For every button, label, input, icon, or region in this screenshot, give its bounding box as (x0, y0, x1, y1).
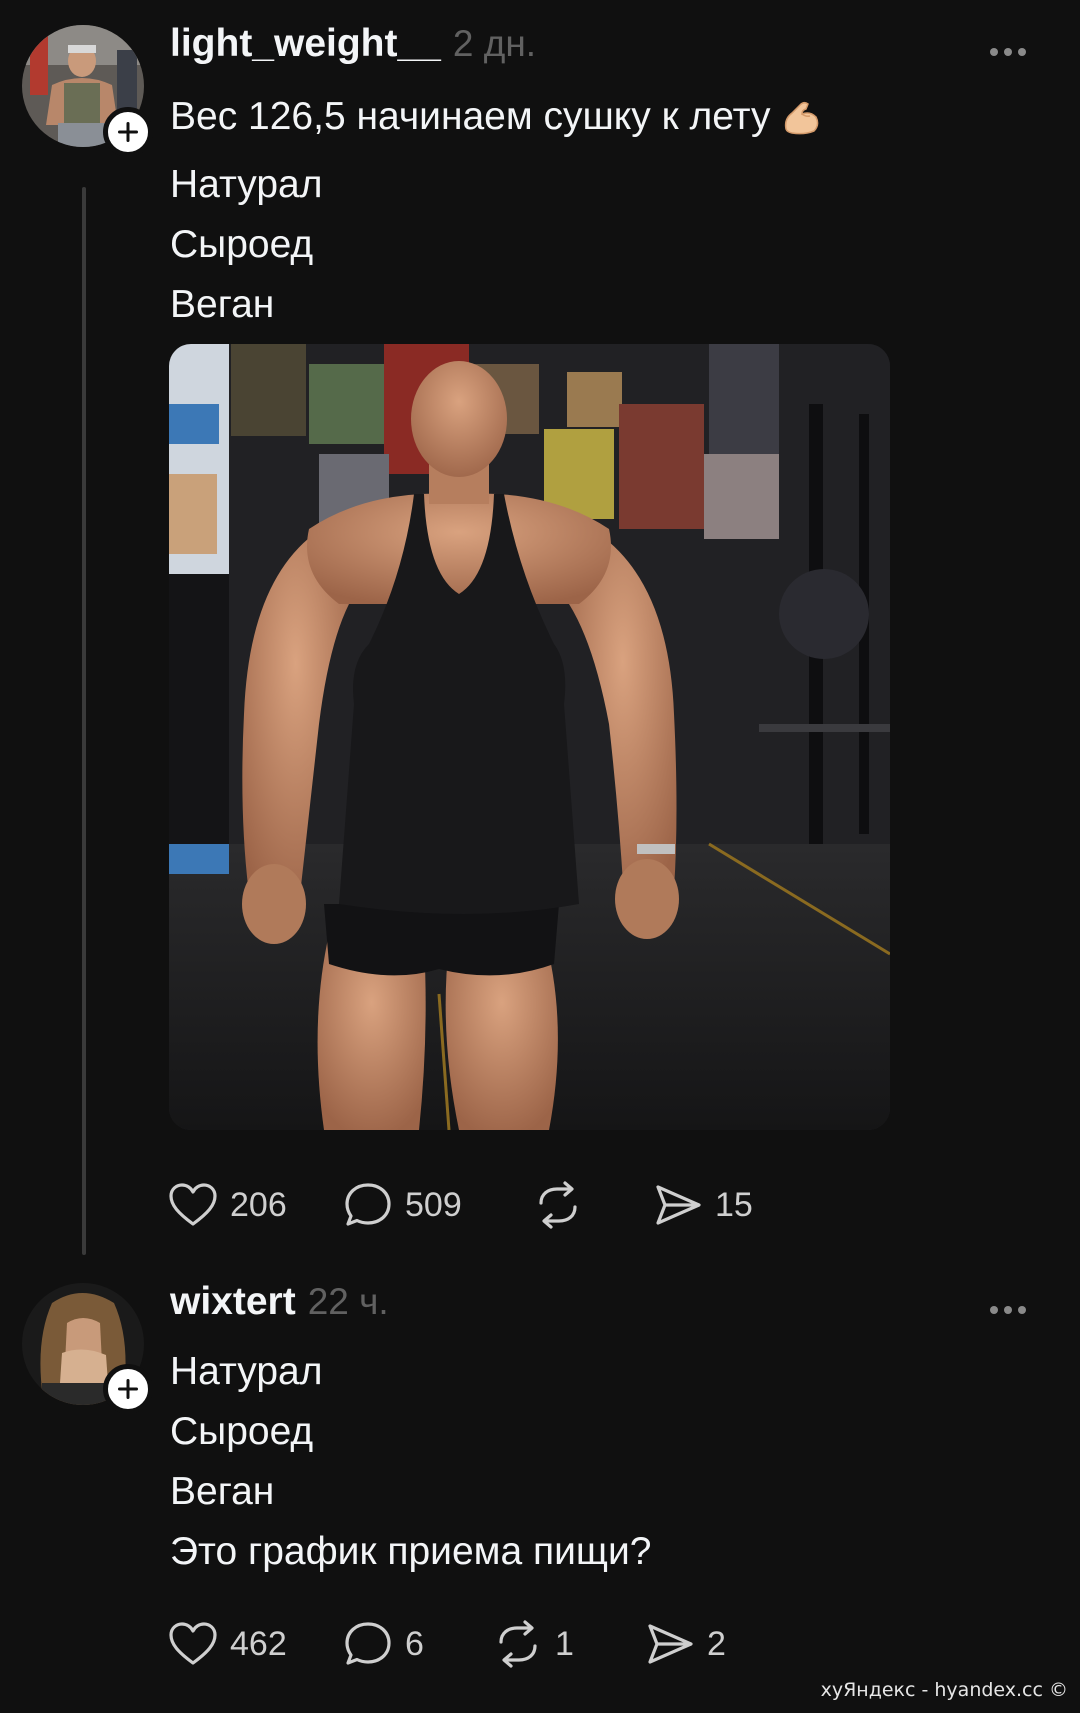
post-header: wixtert 22 ч. (170, 1280, 389, 1340)
comment-count: 509 (405, 1185, 462, 1224)
post-time: 2 дн. (452, 23, 537, 64)
share-count: 15 (715, 1185, 753, 1224)
post-text-line: Сыроед (170, 1410, 314, 1453)
speech-bubble-icon (345, 1622, 391, 1665)
post-text-line: Натурал (170, 163, 323, 206)
username[interactable]: light_weight__ (170, 22, 441, 66)
repost-button[interactable]: 1 (493, 1620, 645, 1668)
repost-count: 1 (555, 1624, 574, 1663)
speech-bubble-icon (345, 1183, 391, 1226)
post-photo[interactable] (169, 344, 890, 1130)
post-time: 22 ч. (307, 1281, 389, 1322)
watermark: хуЯндекс - hyandex.cc © (820, 1679, 1068, 1701)
post-text-line: Веган (170, 283, 275, 326)
comment-count: 6 (405, 1624, 424, 1663)
plus-icon (118, 122, 138, 142)
heart-icon (169, 1622, 217, 1665)
repost-button[interactable] (533, 1181, 653, 1229)
post-text-line: Сыроед (170, 223, 314, 266)
follow-button[interactable] (103, 1364, 153, 1414)
thread-line (82, 187, 86, 1255)
post-text: Вес 126,5 начинаем сушку к лету Натурал … (170, 87, 1030, 335)
username[interactable]: wixtert (170, 1280, 296, 1324)
post-actions: 462 6 1 2 (168, 1616, 775, 1672)
send-icon (656, 1185, 701, 1225)
post-text-line: Натурал (170, 1350, 323, 1393)
repost-icon (499, 1620, 537, 1668)
like-button[interactable]: 462 (168, 1621, 343, 1667)
like-count: 206 (230, 1185, 287, 1224)
share-button[interactable]: 2 (645, 1621, 775, 1667)
share-button[interactable]: 15 (653, 1182, 803, 1228)
more-dots-icon[interactable] (982, 1298, 1034, 1322)
post-header: light_weight__ 2 дн. (170, 22, 536, 82)
post-text: Натурал Сыроед Веган Это график приема п… (170, 1342, 1030, 1582)
follow-button[interactable] (103, 107, 153, 157)
repost-icon (539, 1181, 577, 1229)
like-count: 462 (230, 1624, 287, 1663)
post-text-line: Это график приема пищи? (170, 1530, 652, 1573)
send-icon (648, 1624, 693, 1664)
comment-button[interactable]: 509 (343, 1181, 533, 1229)
flexed-biceps-icon (780, 95, 822, 155)
more-dots-icon[interactable] (982, 40, 1034, 64)
like-button[interactable]: 206 (168, 1182, 343, 1228)
post-wixtert: wixtert 22 ч. Натурал Сыроед Веган Это г… (0, 1270, 1080, 1713)
plus-icon (118, 1379, 138, 1399)
gym-photo (169, 344, 890, 1130)
post-actions: 206 509 15 (168, 1177, 803, 1233)
post-light-weight: light_weight__ 2 дн. Вес 126,5 начинаем … (0, 0, 1080, 1270)
post-text-line: Веган (170, 1470, 275, 1513)
comment-button[interactable]: 6 (343, 1620, 493, 1668)
heart-icon (169, 1183, 217, 1226)
post-text-line: Вес 126,5 начинаем сушку к лету (170, 87, 1030, 155)
share-count: 2 (707, 1624, 726, 1663)
